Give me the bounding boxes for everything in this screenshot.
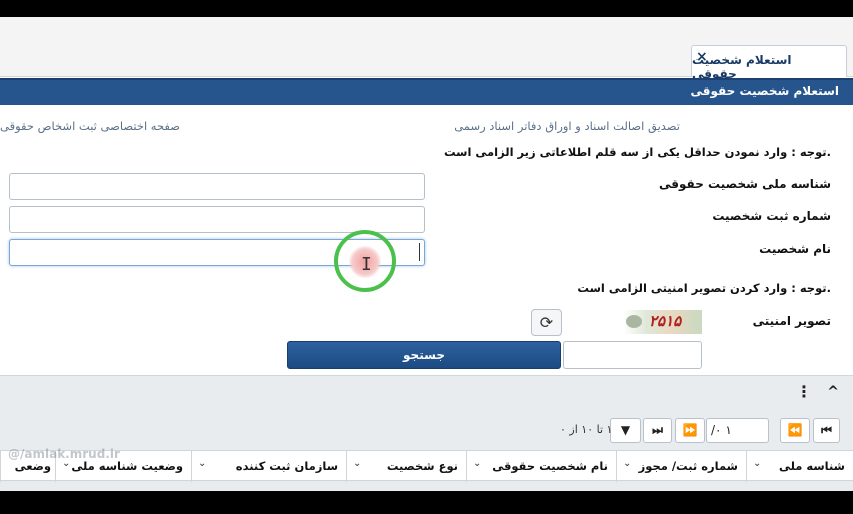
double-chevron-icon: ⏪: [787, 423, 803, 437]
browser-viewport: استعلام شخصیت حقوقی × استعلام شخصیت حقوق…: [0, 17, 853, 491]
column-label: شناسه ملی: [778, 459, 845, 473]
column-header[interactable]: شماره ثبت/ مجوز ⌄: [616, 451, 746, 482]
tab-label: استعلام شخصیت حقوقی: [692, 53, 792, 81]
filter-button[interactable]: ▼: [610, 418, 641, 443]
national-id-input[interactable]: [9, 173, 425, 200]
captcha-noise: [626, 315, 642, 328]
filter-icon: ▼: [620, 423, 631, 437]
next-page-button[interactable]: ⏪: [780, 418, 810, 443]
private-page-link[interactable]: صفحه اختصاصی ثبت اشخاص حقوقی: [0, 119, 180, 133]
entity-name-label: نام شخصیت: [759, 242, 831, 256]
captcha-label: تصویر امنیتی: [752, 314, 831, 328]
refresh-captcha-button[interactable]: ⟳: [531, 309, 562, 336]
chevron-down-icon[interactable]: ⌄: [198, 458, 206, 469]
column-header[interactable]: نوع شخصیت ⌄: [346, 451, 466, 482]
column-header[interactable]: نام شخصیت حقوقی ⌄: [466, 451, 616, 482]
tab-legal-entity-inquiry[interactable]: استعلام شخصیت حقوقی ×: [691, 45, 847, 81]
skip-start-icon: ⏭: [652, 423, 663, 437]
results-grid: ^ ⋮ ⏮ ⏪ /۰ ۱ ⏩ ⏭ ▼ ۱ تا ۱۰ از ۰ شناسه مل…: [0, 375, 853, 491]
ibeam-cursor-icon: I: [361, 254, 372, 275]
column-header[interactable]: شناسه ملی ⌄: [746, 451, 853, 482]
watermark: @/amlak.mrud.ir: [8, 447, 120, 461]
captcha-notice: توجه : وارد کردن تصویر امنیتی الزامی است…: [577, 281, 831, 295]
grid-header-row: شناسه ملی ⌄ شماره ثبت/ مجوز ⌄ نام شخصیت …: [0, 450, 853, 482]
fields-notice: توجه : وارد نمودن حداقل یکی از سه قلم اط…: [443, 145, 831, 159]
double-chevron-icon: ⏩: [682, 423, 698, 437]
page-header: استعلام شخصیت حقوقی: [0, 78, 853, 105]
authenticity-link[interactable]: تصدیق اصالت اسناد و اوراق دفاتر اسناد رس…: [454, 119, 680, 133]
column-header[interactable]: سازمان ثبت کننده ⌄: [191, 451, 346, 482]
column-label: سازمان ثبت کننده: [235, 459, 338, 473]
column-label: وضعیت شناسه ملی: [71, 459, 183, 473]
chevron-down-icon[interactable]: ⌄: [623, 458, 631, 469]
page-number-box[interactable]: /۰ ۱: [706, 418, 769, 443]
skip-end-icon: ⏮: [821, 423, 832, 437]
column-label: شماره ثبت/ مجوز: [638, 459, 738, 473]
captcha-input[interactable]: [563, 341, 702, 369]
last-page-button[interactable]: ⏮: [813, 418, 840, 443]
close-icon[interactable]: ×: [696, 49, 708, 65]
captcha-image: ۲۵۱۵: [623, 310, 702, 334]
kebab-menu-icon[interactable]: ⋮: [796, 382, 812, 401]
search-button[interactable]: جستجو: [287, 341, 561, 369]
chevron-up-icon[interactable]: ^: [827, 384, 839, 400]
captcha-code: ۲۵۱۵: [649, 312, 682, 330]
chevron-down-icon[interactable]: ⌄: [353, 458, 361, 469]
pager-info: ۱ تا ۱۰ از ۰: [560, 423, 613, 436]
prev-page-button[interactable]: ⏩: [675, 418, 705, 443]
reg-number-input[interactable]: [9, 206, 425, 233]
chevron-down-icon[interactable]: ⌄: [473, 458, 481, 469]
text-caret: [419, 243, 420, 261]
reg-number-label: شماره ثبت شخصیت: [712, 209, 831, 223]
first-page-button[interactable]: ⏭: [643, 418, 672, 443]
page-of-total: /۰: [711, 423, 722, 437]
page-number-value: ۱: [725, 423, 732, 437]
tab-strip: استعلام شخصیت حقوقی ×: [0, 17, 853, 81]
column-label: نام شخصیت حقوقی: [492, 459, 608, 473]
column-label: نوع شخصیت: [386, 459, 458, 473]
chevron-down-icon[interactable]: ⌄: [753, 458, 761, 469]
column-label: وضعی: [14, 459, 51, 473]
refresh-icon: ⟳: [539, 313, 554, 332]
page-title: استعلام شخصیت حقوقی: [690, 84, 839, 98]
national-id-label: شناسه ملی شخصیت حقوقی: [659, 177, 831, 191]
